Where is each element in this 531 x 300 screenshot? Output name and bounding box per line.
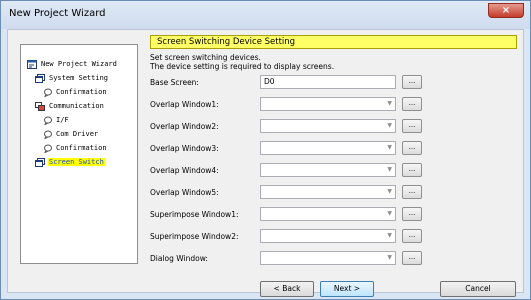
superimpose-window2-browse-button[interactable]: ... bbox=[402, 229, 422, 243]
cancel-button[interactable]: Cancel bbox=[440, 281, 516, 297]
window-icon bbox=[35, 157, 45, 167]
wizard-icon bbox=[27, 59, 37, 69]
overlap-window4-select[interactable]: ▼ bbox=[260, 163, 396, 177]
next-button[interactable]: Next > bbox=[320, 281, 374, 297]
overlap-window2-label: Overlap Window2: bbox=[150, 122, 219, 131]
tree-item-label: Com Driver bbox=[56, 130, 99, 138]
bubble-icon bbox=[44, 130, 52, 139]
title-bar[interactable]: New Project Wizard × bbox=[1, 1, 530, 29]
overlap-window5-browse-button[interactable]: ... bbox=[402, 185, 422, 199]
dialog-window-select[interactable]: ▼ bbox=[260, 251, 396, 265]
chevron-down-icon[interactable]: ▼ bbox=[387, 98, 392, 110]
chevron-down-icon[interactable]: ▼ bbox=[387, 142, 392, 154]
chevron-down-icon[interactable]: ▼ bbox=[387, 208, 392, 220]
combo-value: D0 bbox=[264, 77, 275, 86]
description-line: The device setting is required to displa… bbox=[150, 62, 335, 71]
overlap-window2-select[interactable]: ▼ bbox=[260, 119, 396, 133]
tree-item-label: I/F bbox=[56, 116, 69, 124]
dialog-window-browse-button[interactable]: ... bbox=[402, 251, 422, 265]
overlap-window5-select[interactable]: ▼ bbox=[260, 185, 396, 199]
tree-item-label: Communication bbox=[49, 102, 104, 110]
chevron-down-icon[interactable]: ▼ bbox=[387, 252, 392, 264]
superimpose-window1-label: Superimpose Window1: bbox=[150, 210, 239, 219]
tree-item-communication[interactable]: Communication bbox=[35, 101, 105, 112]
chevron-down-icon[interactable]: ▼ bbox=[387, 186, 392, 198]
overlap-window5-label: Overlap Window5: bbox=[150, 188, 219, 197]
tree-item-confirmation[interactable]: Confirmation bbox=[43, 87, 108, 98]
overlap-window4-browse-button[interactable]: ... bbox=[402, 163, 422, 177]
tree-item-com-driver[interactable]: Com Driver bbox=[43, 129, 99, 140]
tree-item-screen-switch[interactable]: Screen Switch bbox=[35, 157, 105, 168]
tree-item-interface[interactable]: I/F bbox=[43, 115, 70, 126]
window-icon bbox=[35, 73, 45, 83]
chevron-down-icon[interactable]: ▼ bbox=[387, 230, 392, 242]
section-heading: Screen Switching Device Setting bbox=[150, 35, 517, 49]
chevron-down-icon[interactable]: ▼ bbox=[387, 120, 392, 132]
superimpose-window1-browse-button[interactable]: ... bbox=[402, 207, 422, 221]
overlap-window3-label: Overlap Window3: bbox=[150, 144, 219, 153]
tree-item-system-setting[interactable]: System Setting bbox=[35, 73, 109, 84]
bubble-icon bbox=[44, 116, 52, 125]
chevron-down-icon[interactable]: ▼ bbox=[387, 164, 392, 176]
tree-item-label: Confirmation bbox=[56, 144, 107, 152]
wizard-step-tree: New Project Wizard System Setting Confir… bbox=[20, 44, 138, 264]
overlap-window1-select[interactable]: ▼ bbox=[260, 97, 396, 111]
wizard-window: New Project Wizard × New Project Wizard … bbox=[0, 0, 531, 300]
tree-item-label: System Setting bbox=[49, 74, 109, 82]
superimpose-window2-select[interactable]: ▼ bbox=[260, 229, 396, 243]
overlap-window3-select[interactable]: ▼ bbox=[260, 141, 396, 155]
overlap-window2-browse-button[interactable]: ... bbox=[402, 119, 422, 133]
overlap-window3-browse-button[interactable]: ... bbox=[402, 141, 422, 155]
dialog-window-label: Dialog Window: bbox=[150, 254, 208, 263]
section-description: Set screen switching devices. The device… bbox=[150, 53, 334, 71]
close-button[interactable]: × bbox=[488, 3, 524, 18]
tree-item-new-project-wizard[interactable]: New Project Wizard bbox=[27, 59, 118, 70]
base-screen-input[interactable]: D0 bbox=[260, 75, 396, 89]
network-icon bbox=[35, 101, 45, 111]
tree-item-label: New Project Wizard bbox=[41, 60, 117, 68]
overlap-window1-label: Overlap Window1: bbox=[150, 100, 219, 109]
window-title: New Project Wizard bbox=[9, 8, 106, 19]
superimpose-window1-select[interactable]: ▼ bbox=[260, 207, 396, 221]
tree-item-label: Screen Switch bbox=[48, 158, 105, 166]
tree-item-confirmation-2[interactable]: Confirmation bbox=[43, 143, 108, 154]
tree-item-label: Confirmation bbox=[56, 88, 107, 96]
overlap-window4-label: Overlap Window4: bbox=[150, 166, 219, 175]
description-line: Set screen switching devices. bbox=[150, 53, 261, 62]
wizard-body: New Project Wizard System Setting Confir… bbox=[7, 29, 524, 297]
superimpose-window2-label: Superimpose Window2: bbox=[150, 232, 239, 241]
overlap-window1-browse-button[interactable]: ... bbox=[402, 97, 422, 111]
base-screen-label: Base Screen: bbox=[150, 78, 199, 87]
bubble-icon bbox=[44, 88, 52, 97]
base-screen-browse-button[interactable]: ... bbox=[402, 75, 422, 89]
bubble-icon bbox=[44, 144, 52, 153]
back-button[interactable]: < Back bbox=[260, 281, 314, 297]
